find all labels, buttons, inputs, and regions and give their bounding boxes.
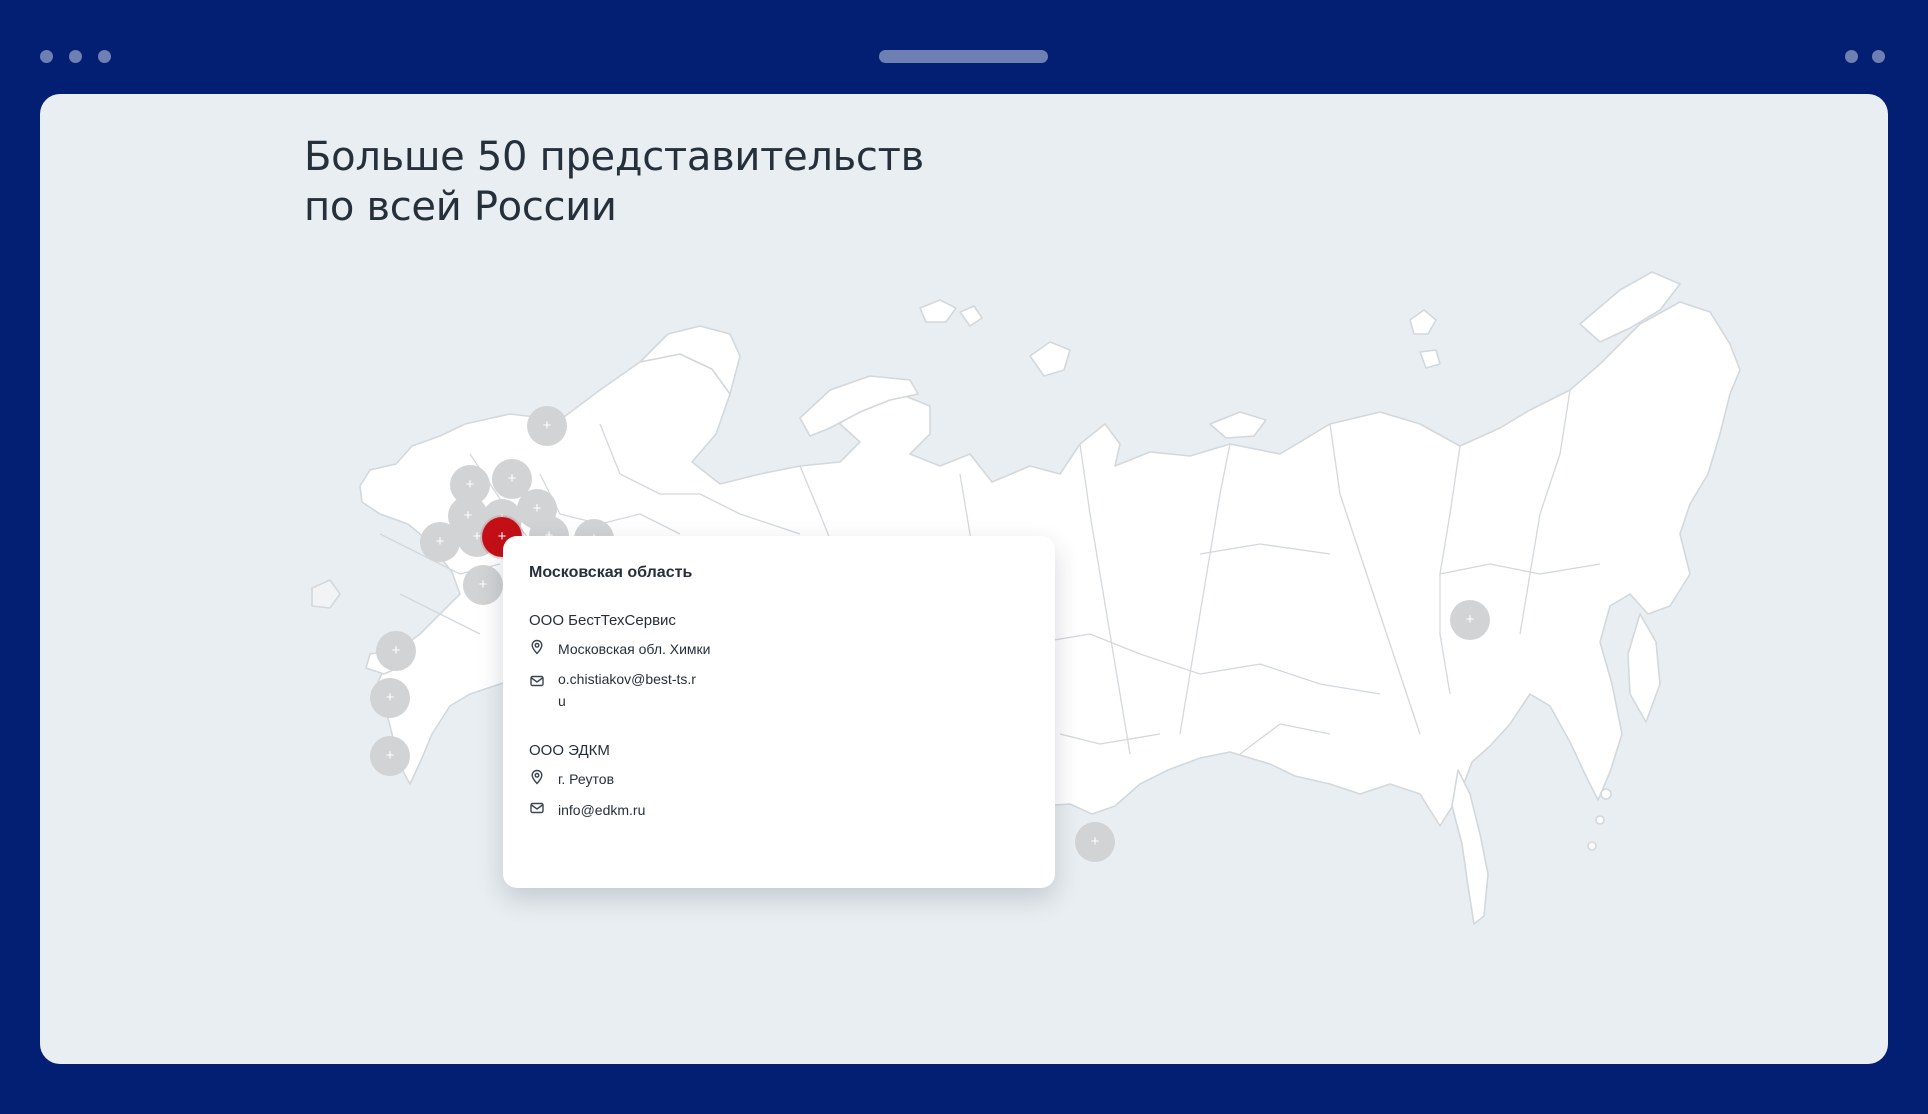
map-marker[interactable]: + (370, 736, 410, 776)
window-control-dot[interactable] (40, 50, 53, 63)
location-pin-icon (531, 769, 543, 785)
company-address-row: г. Реутов (529, 768, 614, 790)
franz-josef-land-2 (959, 305, 983, 327)
kamchatka (1627, 613, 1661, 723)
envelope-icon (530, 675, 544, 687)
envelope-icon (530, 802, 544, 814)
map-marker[interactable]: + (527, 406, 567, 446)
company-name: ООО ЭДКМ (529, 742, 610, 759)
page-content: Больше 50 представительств по всей Росси… (40, 94, 1888, 1064)
map-marker[interactable]: + (1075, 822, 1115, 862)
company-address: г. Реутов (558, 771, 615, 787)
novosibirsk-islands (1409, 309, 1437, 335)
window-control-dot[interactable] (69, 50, 82, 63)
map-marker[interactable]: + (1450, 600, 1490, 640)
company-email-link[interactable]: o.chistiakov@best-ts.ru (558, 668, 698, 712)
company-email-row: o.chistiakov@best-ts.ru (529, 668, 698, 712)
map-marker[interactable]: + (463, 565, 503, 605)
northern-island-1 (1209, 411, 1267, 439)
company-email-link[interactable]: info@edkm.ru (558, 799, 645, 821)
kuril-island (1587, 841, 1597, 851)
kaliningrad (311, 579, 341, 609)
kuril-island (1600, 788, 1612, 800)
franz-josef-land (919, 299, 957, 323)
severnaya-zemlya (1029, 341, 1071, 377)
map-marker[interactable]: + (370, 678, 410, 718)
popup-title: Московская область (529, 564, 693, 581)
browser-titlebar (0, 0, 1928, 94)
address-bar[interactable] (879, 50, 1048, 63)
company-name: ООО БестТехСервис (529, 612, 676, 629)
wrangel-island (1419, 349, 1441, 369)
sakhalin (1451, 769, 1489, 925)
map-marker[interactable]: + (420, 522, 460, 562)
kuril-island (1595, 815, 1605, 825)
region-popup: Московская область ООО БестТехСервис Мос… (503, 536, 1055, 888)
map-marker[interactable]: + (376, 631, 416, 671)
window-control-dot[interactable] (1845, 50, 1858, 63)
location-pin-icon (531, 639, 543, 655)
company-address: Московская обл. Химки (558, 641, 711, 657)
window-control-dot[interactable] (98, 50, 111, 63)
company-email-row: info@edkm.ru (529, 799, 645, 821)
company-address-row: Московская обл. Химки (529, 638, 711, 660)
window-control-dot[interactable] (1872, 50, 1885, 63)
